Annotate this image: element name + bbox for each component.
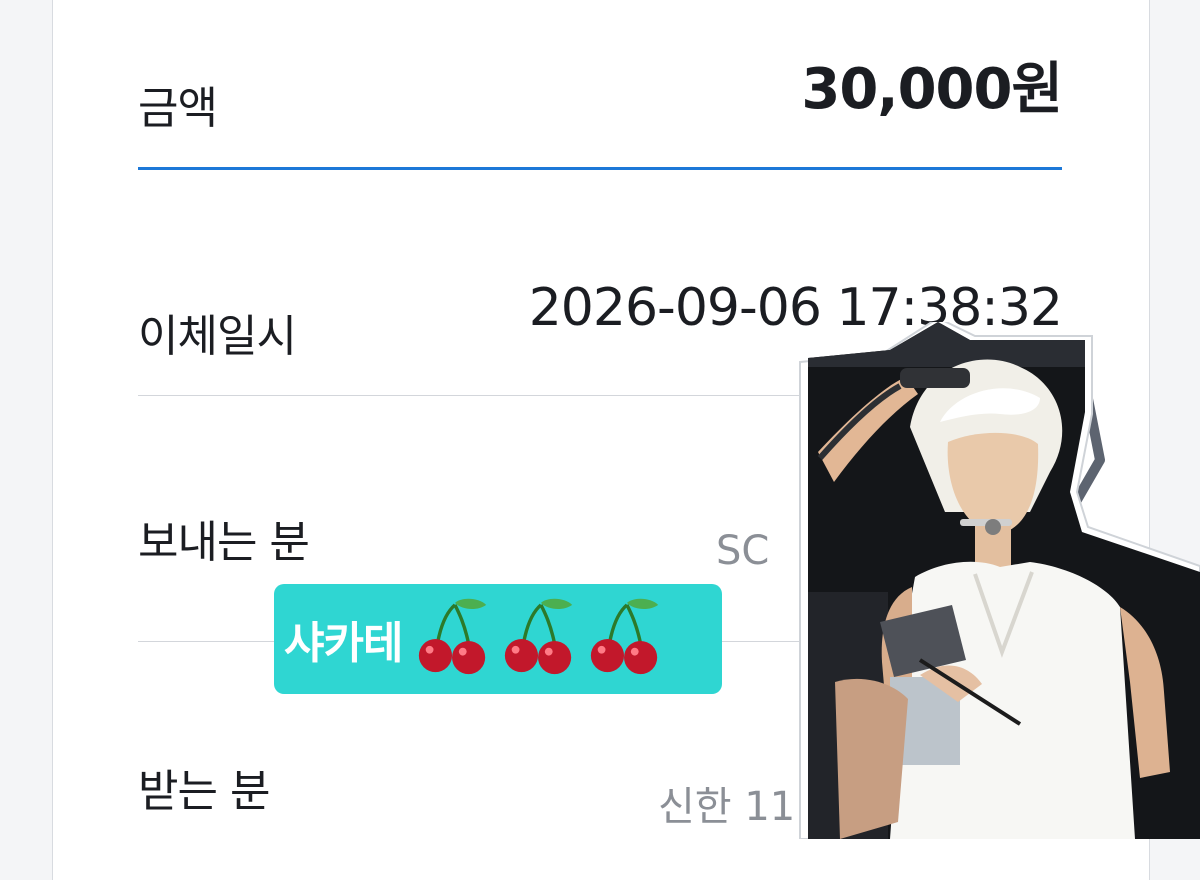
amount-value: 30,000원 [801, 57, 1063, 122]
receiver-label: 받는 분 [138, 766, 270, 817]
cherry-icon [505, 598, 573, 675]
datetime-label: 이체일시 [138, 311, 297, 362]
amount-label: 금액 [138, 83, 218, 134]
sticker-text: 샤카테 [284, 618, 403, 669]
amount-underline [138, 167, 1062, 170]
cherry-icon [591, 598, 659, 675]
sender-value: SC [716, 528, 770, 574]
cherry-icon [419, 598, 487, 675]
sender-label: 보내는 분 [138, 517, 310, 568]
photo-sticker [799, 322, 1200, 839]
name-sticker: 샤카테 [274, 584, 722, 694]
